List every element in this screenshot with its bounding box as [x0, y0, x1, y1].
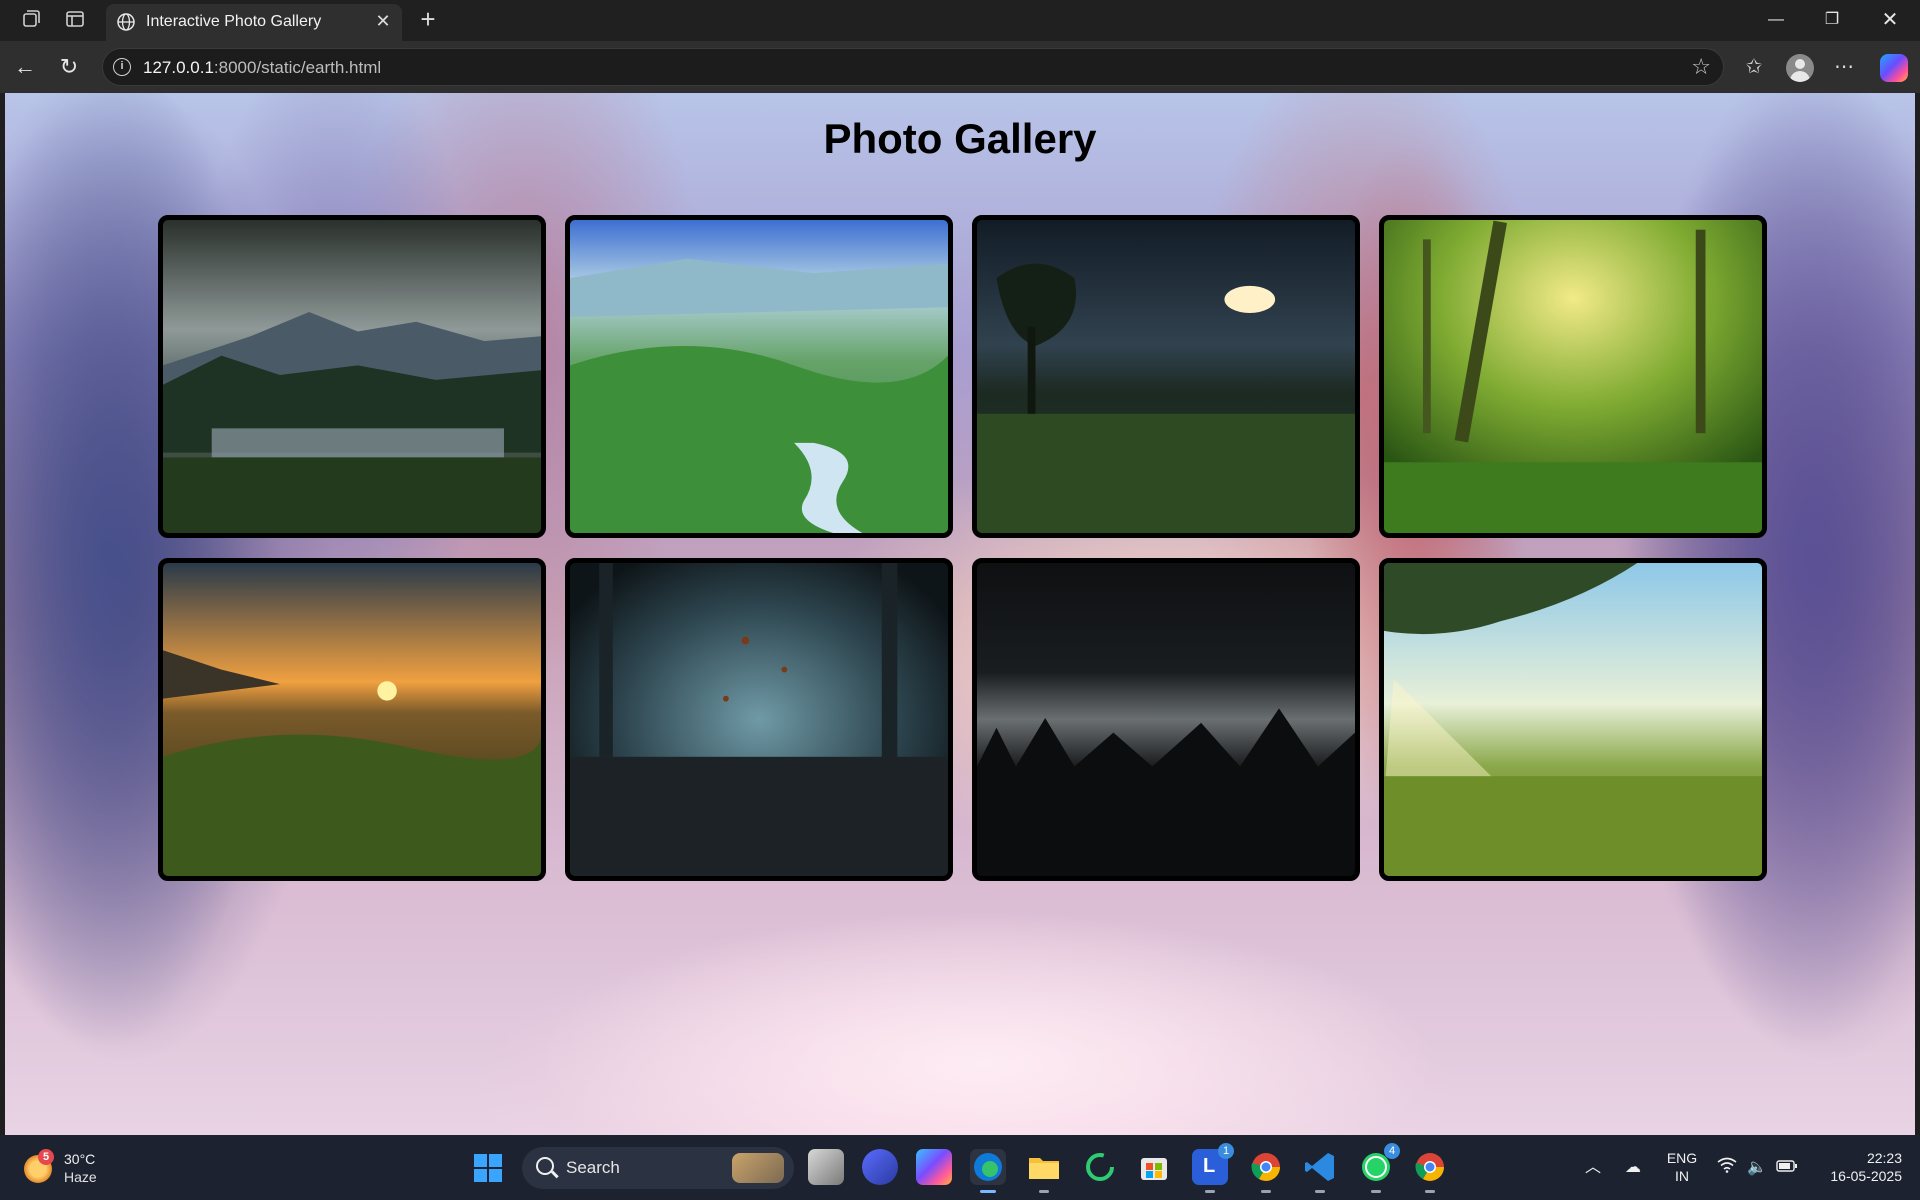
teams-icon[interactable]: L 1 [1192, 1143, 1234, 1193]
photo-card[interactable] [1379, 215, 1767, 538]
weather-badge: 5 [38, 1149, 54, 1165]
tab-bar: Interactive Photo Gallery ✕ + — ❐ ✕ [0, 0, 1920, 41]
volume-icon[interactable]: 🔈 [1746, 1157, 1768, 1179]
photo-card[interactable] [972, 215, 1360, 538]
workspaces-icon[interactable] [18, 8, 44, 34]
more-menu-icon[interactable]: ⋯ [1828, 52, 1860, 84]
copilot-icon[interactable] [1880, 54, 1908, 82]
language-indicator[interactable]: ENG IN [1660, 1149, 1704, 1185]
vscode-icon[interactable] [1302, 1149, 1338, 1193]
copilot-app-icon[interactable] [862, 1149, 898, 1185]
search-label: Search [566, 1158, 620, 1177]
photo-card[interactable] [565, 215, 953, 538]
page-title: Photo Gallery [823, 115, 1097, 162]
onedrive-icon[interactable]: ☁ [1622, 1157, 1644, 1179]
photo-sunrays-pines-field [1384, 563, 1762, 876]
reload-button[interactable]: ↻ [54, 53, 84, 83]
search-icon [536, 1157, 554, 1175]
photo-foggy-pine-forest [977, 563, 1355, 876]
photo-sunset-field [163, 563, 541, 876]
chrome-icon[interactable] [1248, 1149, 1284, 1193]
close-window-button[interactable]: ✕ [1870, 6, 1910, 34]
photo-card[interactable] [158, 215, 546, 538]
site-info-icon[interactable]: i [113, 58, 131, 76]
edge-icon[interactable] [970, 1149, 1006, 1193]
weather-condition: Haze [64, 1169, 97, 1185]
back-button[interactable]: ← [10, 53, 40, 83]
weather-temp: 30°C [64, 1151, 96, 1167]
photo-moonlit-meadow [977, 220, 1355, 533]
background-road [385, 883, 1585, 1135]
favorite-star-icon[interactable]: ☆ [1691, 54, 1711, 80]
file-explorer-icon[interactable] [1026, 1149, 1062, 1193]
taskbar-search[interactable]: Search [522, 1147, 794, 1189]
address-url: 127.0.0.1:8000/static/earth.html [143, 58, 382, 77]
search-highlight-image [732, 1153, 784, 1183]
globe-icon [117, 13, 135, 31]
clock-time: 22:23 [1866, 1150, 1902, 1166]
clock-date: 16-05-2025 [1830, 1168, 1902, 1184]
clock[interactable]: 22:23 16-05-2025 [1812, 1149, 1902, 1185]
weather-widget[interactable]: 5 30°C Haze [22, 1149, 142, 1189]
new-tab-button[interactable]: + [414, 6, 442, 34]
battery-icon[interactable] [1776, 1157, 1798, 1179]
photo-stormy-mountain-lake [163, 220, 541, 533]
chevron-up-icon[interactable]: ︿ [1582, 1157, 1604, 1179]
teams-badge: 1 [1218, 1143, 1234, 1159]
address-bar[interactable]: i 127.0.0.1:8000/static/earth.html ☆ [102, 48, 1724, 86]
close-tab-icon[interactable]: ✕ [372, 10, 394, 32]
photo-card[interactable] [1379, 558, 1767, 881]
photo-dark-forest-leaves [570, 563, 948, 876]
wifi-icon[interactable] [1716, 1157, 1738, 1179]
photo-sunlit-forest [1384, 220, 1762, 533]
vertical-tabs-icon[interactable] [62, 8, 88, 34]
chrome-profile-icon[interactable] [1412, 1149, 1448, 1193]
photo-card[interactable] [158, 558, 546, 881]
start-button[interactable] [474, 1154, 502, 1182]
store-icon[interactable] [1136, 1149, 1172, 1185]
refresh-app-icon[interactable] [1082, 1149, 1118, 1185]
whatsapp-badge: 4 [1384, 1143, 1400, 1159]
restore-button[interactable]: ❐ [1812, 6, 1852, 34]
whatsapp-icon[interactable]: 4 [1358, 1143, 1400, 1193]
photo-card[interactable] [565, 558, 953, 881]
active-tab[interactable]: Interactive Photo Gallery ✕ [106, 4, 402, 41]
profile-avatar[interactable] [1786, 54, 1814, 82]
browser-toolbar: ← ↻ i 127.0.0.1:8000/static/earth.html ☆… [0, 41, 1920, 93]
photo-misty-green-valley [570, 220, 948, 533]
minimize-button[interactable]: — [1756, 6, 1796, 34]
tab-title: Interactive Photo Gallery [146, 13, 322, 30]
photo-card[interactable] [972, 558, 1360, 881]
favorites-icon[interactable]: ✩ [1738, 52, 1770, 84]
copilot-taskbar-icon[interactable] [916, 1149, 952, 1185]
taskbar: 5 30°C Haze Search L 1 4 ︿ ☁ ENG IN 🔈 22… [0, 1135, 1920, 1200]
page-viewport: Photo Gallery [5, 93, 1915, 1135]
task-view-icon[interactable] [808, 1149, 844, 1185]
